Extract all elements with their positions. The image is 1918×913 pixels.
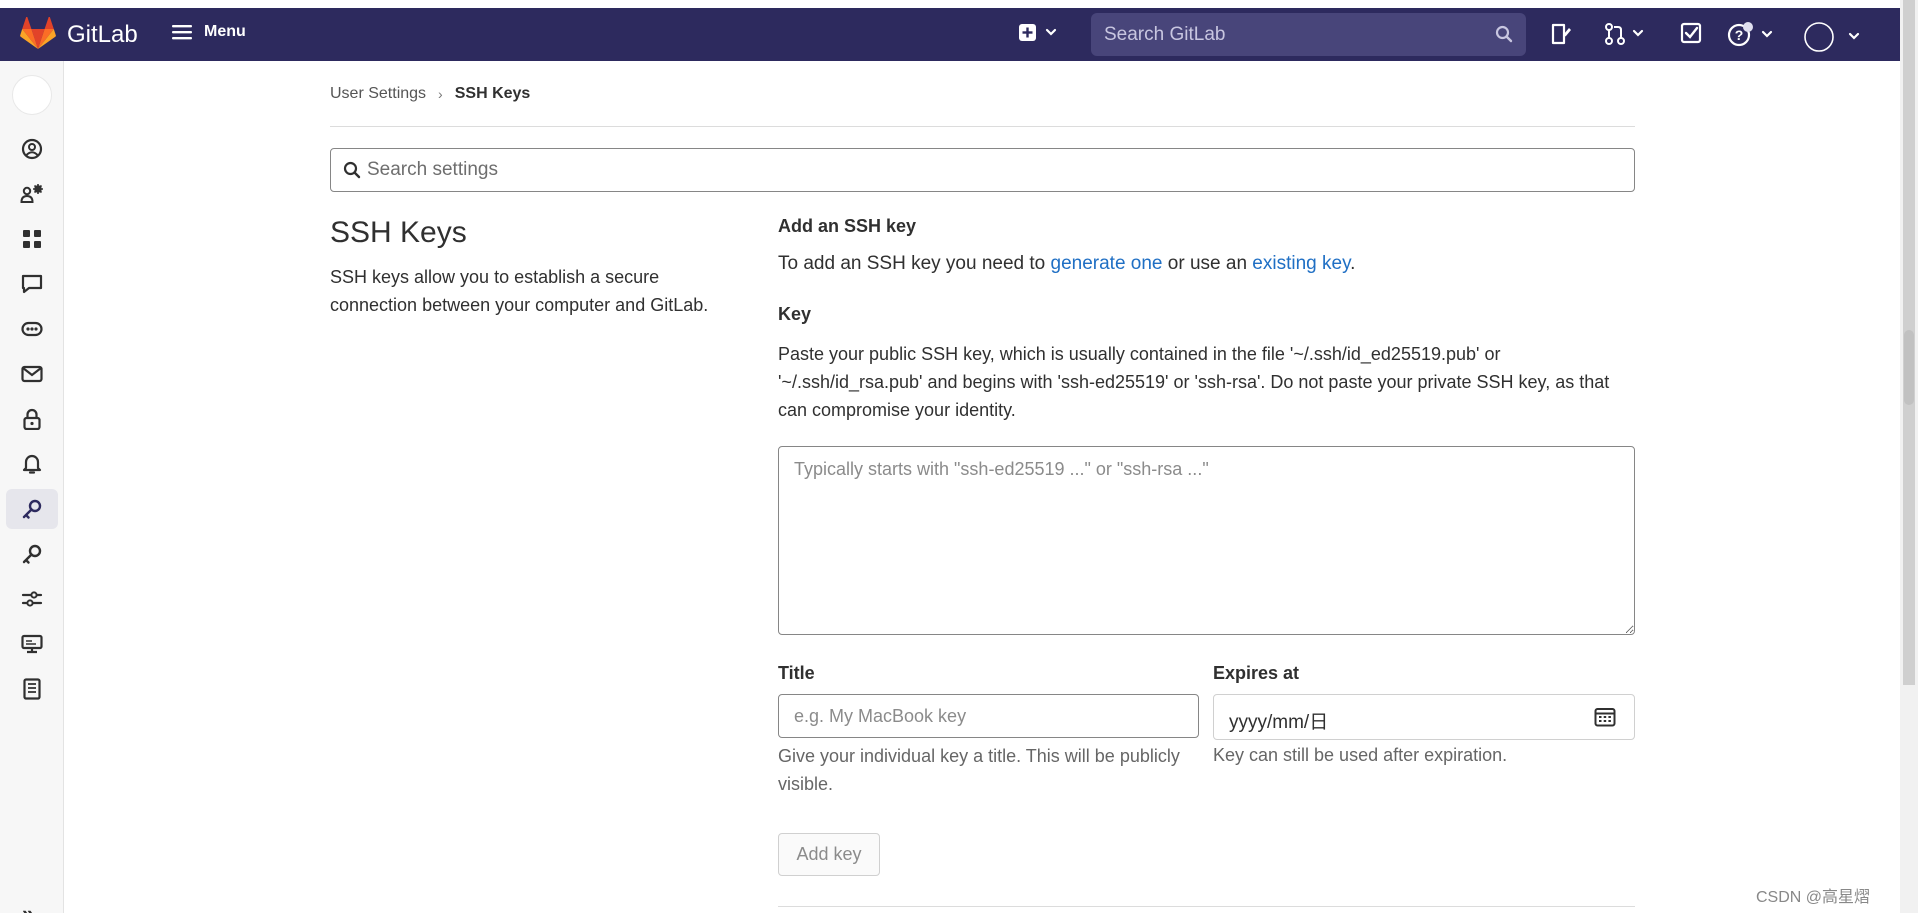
account-settings-icon bbox=[20, 184, 43, 203]
merge-request-icon bbox=[1605, 23, 1644, 45]
title-input[interactable] bbox=[778, 694, 1199, 738]
user-avatar[interactable] bbox=[12, 75, 52, 115]
plus-square-icon bbox=[1019, 24, 1057, 41]
global-search-input[interactable] bbox=[1091, 13, 1526, 56]
watermark-text: CSDN @高星熠 bbox=[1756, 889, 1871, 906]
sidebar-item-gpg-keys[interactable] bbox=[6, 534, 58, 574]
mail-icon bbox=[21, 365, 43, 383]
comment-icon bbox=[21, 274, 43, 294]
section-description: SSH keys allow you to establish a secure… bbox=[330, 267, 709, 315]
title-label: Title bbox=[778, 663, 815, 683]
hamburger-icon bbox=[172, 25, 192, 40]
menu-label: Menu bbox=[204, 23, 246, 40]
profile-icon bbox=[21, 138, 43, 160]
token-icon bbox=[21, 321, 43, 337]
expires-help-text: Key can still be used after expiration. bbox=[1213, 745, 1508, 765]
breadcrumb: User Settings › SSH Keys bbox=[330, 85, 530, 103]
global-search[interactable] bbox=[1091, 13, 1526, 56]
title-help-text: Give your individual key a title. This w… bbox=[778, 746, 1180, 794]
gitlab-logo-icon[interactable] bbox=[20, 17, 56, 51]
settings-search-input[interactable] bbox=[367, 149, 1617, 191]
left-sidebar: » bbox=[0, 61, 64, 913]
applications-grid-icon bbox=[23, 230, 41, 248]
page-title: SSH Keys bbox=[330, 216, 467, 249]
intro-middle: or use an bbox=[1162, 253, 1253, 274]
sidebar-item-password[interactable] bbox=[6, 399, 58, 439]
help-button[interactable]: ? bbox=[1727, 22, 1775, 53]
sidebar-item-applications[interactable] bbox=[6, 219, 58, 259]
intro-prefix: To add an SSH key you need to bbox=[778, 253, 1051, 274]
sidebar-item-chat[interactable] bbox=[6, 264, 58, 304]
help-question-icon: ? bbox=[1727, 22, 1773, 47]
top-strip bbox=[0, 0, 1918, 8]
breadcrumb-current[interactable]: SSH Keys bbox=[455, 85, 531, 103]
issues-icon bbox=[1551, 23, 1571, 45]
sidebar-item-profile[interactable] bbox=[6, 129, 58, 169]
breadcrumb-user-settings[interactable]: User Settings bbox=[330, 85, 426, 103]
sidebar-item-preferences[interactable] bbox=[6, 579, 58, 619]
calendar-icon[interactable] bbox=[1594, 707, 1616, 727]
preferences-sliders-icon bbox=[21, 591, 43, 607]
divider bbox=[330, 126, 1635, 127]
key-label: Key bbox=[778, 304, 812, 324]
menu-button[interactable]: Menu bbox=[172, 23, 246, 41]
issues-button[interactable] bbox=[1549, 22, 1573, 51]
sidebar-item-account[interactable] bbox=[6, 174, 58, 214]
log-list-icon bbox=[23, 678, 41, 700]
expires-date-input[interactable]: yyyy/mm/日 bbox=[1213, 694, 1635, 740]
divider bbox=[778, 906, 1635, 907]
sidebar-item-emails[interactable] bbox=[6, 354, 58, 394]
brand-name[interactable]: GitLab bbox=[67, 21, 138, 49]
monitor-icon bbox=[21, 634, 43, 654]
settings-search[interactable] bbox=[330, 148, 1635, 192]
user-menu-button[interactable] bbox=[1803, 22, 1863, 59]
chevron-right-icon: › bbox=[438, 86, 443, 102]
sidebar-item-active-sessions[interactable] bbox=[6, 624, 58, 664]
sidebar-item-notifications[interactable] bbox=[6, 444, 58, 484]
todo-check-icon bbox=[1680, 22, 1702, 44]
sidebar-item-audit-log[interactable] bbox=[6, 669, 58, 709]
merge-requests-button[interactable] bbox=[1604, 22, 1648, 51]
svg-text:?: ? bbox=[1735, 27, 1744, 43]
date-value: yyyy/mm/日 bbox=[1229, 712, 1329, 733]
expires-label: Expires at bbox=[1213, 663, 1300, 683]
bell-icon bbox=[22, 454, 42, 474]
form-heading: Add an SSH key bbox=[778, 216, 917, 236]
generate-one-link[interactable]: generate one bbox=[1051, 253, 1163, 274]
key-icon bbox=[22, 499, 42, 519]
search-icon bbox=[343, 161, 361, 179]
key-textarea[interactable] bbox=[778, 446, 1635, 635]
key-help-text: Paste your public SSH key, which is usua… bbox=[778, 344, 1610, 420]
lock-icon bbox=[23, 408, 41, 430]
scrollbar-thumb[interactable] bbox=[1904, 330, 1914, 405]
intro-suffix: . bbox=[1350, 253, 1356, 274]
create-new-button[interactable] bbox=[1018, 22, 1062, 49]
search-icon bbox=[1495, 25, 1513, 43]
form-intro: To add an SSH key you need to generate o… bbox=[778, 253, 1355, 275]
sidebar-item-access-tokens[interactable] bbox=[6, 309, 58, 349]
user-avatar-icon bbox=[1804, 22, 1860, 52]
sidebar-item-ssh-keys[interactable] bbox=[6, 489, 58, 529]
key-icon bbox=[22, 544, 42, 564]
top-navbar: GitLab Menu ? bbox=[0, 8, 1900, 61]
collapse-sidebar-icon[interactable]: » bbox=[22, 901, 34, 913]
page-scrollbar[interactable] bbox=[1900, 0, 1918, 913]
todos-button[interactable] bbox=[1680, 22, 1702, 49]
existing-key-link[interactable]: existing key bbox=[1252, 253, 1350, 274]
add-key-button[interactable]: Add key bbox=[778, 833, 880, 876]
